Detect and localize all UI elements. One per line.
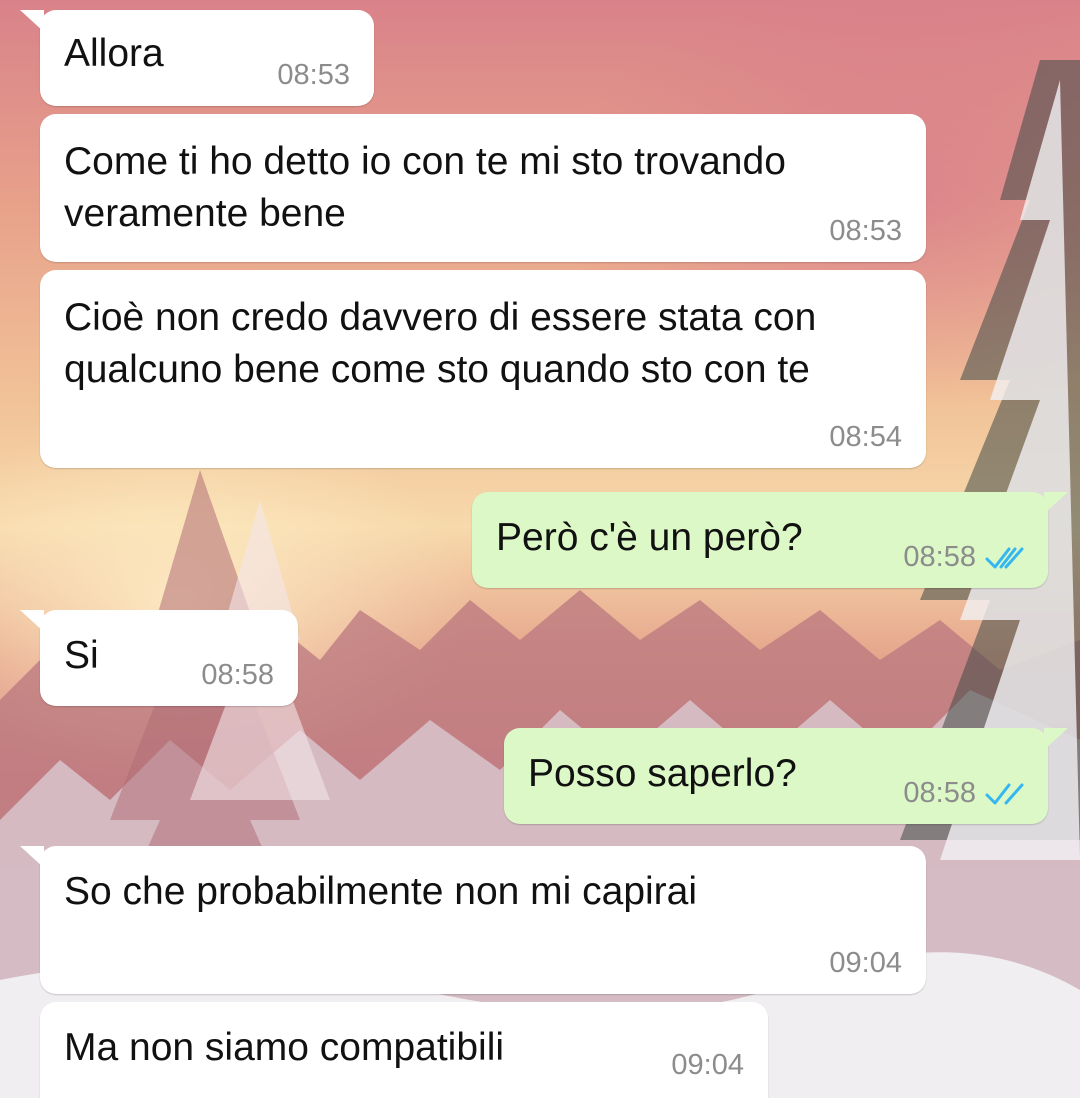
message-bubble-outgoing[interactable]: Però c'è un però? 08:58	[472, 492, 1068, 588]
message-time: 08:53	[277, 59, 350, 91]
message-text: Cioè non credo davvero di essere stata c…	[64, 296, 817, 391]
message-time: 08:58	[903, 541, 976, 573]
bubble-tail	[20, 610, 44, 632]
bubble-tail	[1044, 728, 1068, 750]
message-bubble-incoming[interactable]: So che probabilmente non mi capirai 09:0…	[20, 846, 926, 994]
message-bubble-incoming[interactable]: Si 08:58	[20, 610, 298, 706]
message-text: Ma non siamo compatibili	[64, 1026, 505, 1069]
bubble-tail	[1044, 492, 1068, 514]
message-time: 08:58	[903, 777, 976, 809]
message-bubble-incoming[interactable]: Ma non siamo compatibili 09:04	[40, 1002, 768, 1098]
message-time: 08:54	[829, 421, 902, 453]
message-text: Come ti ho detto io con te mi sto trovan…	[64, 140, 786, 235]
bubble-tail	[20, 10, 44, 32]
message-bubble-incoming[interactable]: Come ti ho detto io con te mi sto trovan…	[40, 114, 926, 262]
message-text: So che probabilmente non mi capirai	[64, 870, 698, 913]
message-time: 09:04	[829, 947, 902, 979]
message-bubble-incoming[interactable]: Cioè non credo davvero di essere stata c…	[40, 270, 926, 468]
read-double-check-icon	[985, 547, 1024, 569]
message-list: Allora 08:53 Come ti ho detto io con te …	[0, 0, 1080, 1098]
message-time: 08:53	[829, 215, 902, 247]
message-time: 09:04	[671, 1049, 744, 1081]
bubble-tail	[20, 846, 44, 868]
message-time: 08:58	[201, 659, 274, 691]
message-bubble-incoming[interactable]: Allora 08:53	[20, 10, 374, 106]
read-double-check-icon	[985, 783, 1024, 805]
message-bubble-outgoing[interactable]: Posso saperlo? 08:58	[504, 728, 1068, 824]
